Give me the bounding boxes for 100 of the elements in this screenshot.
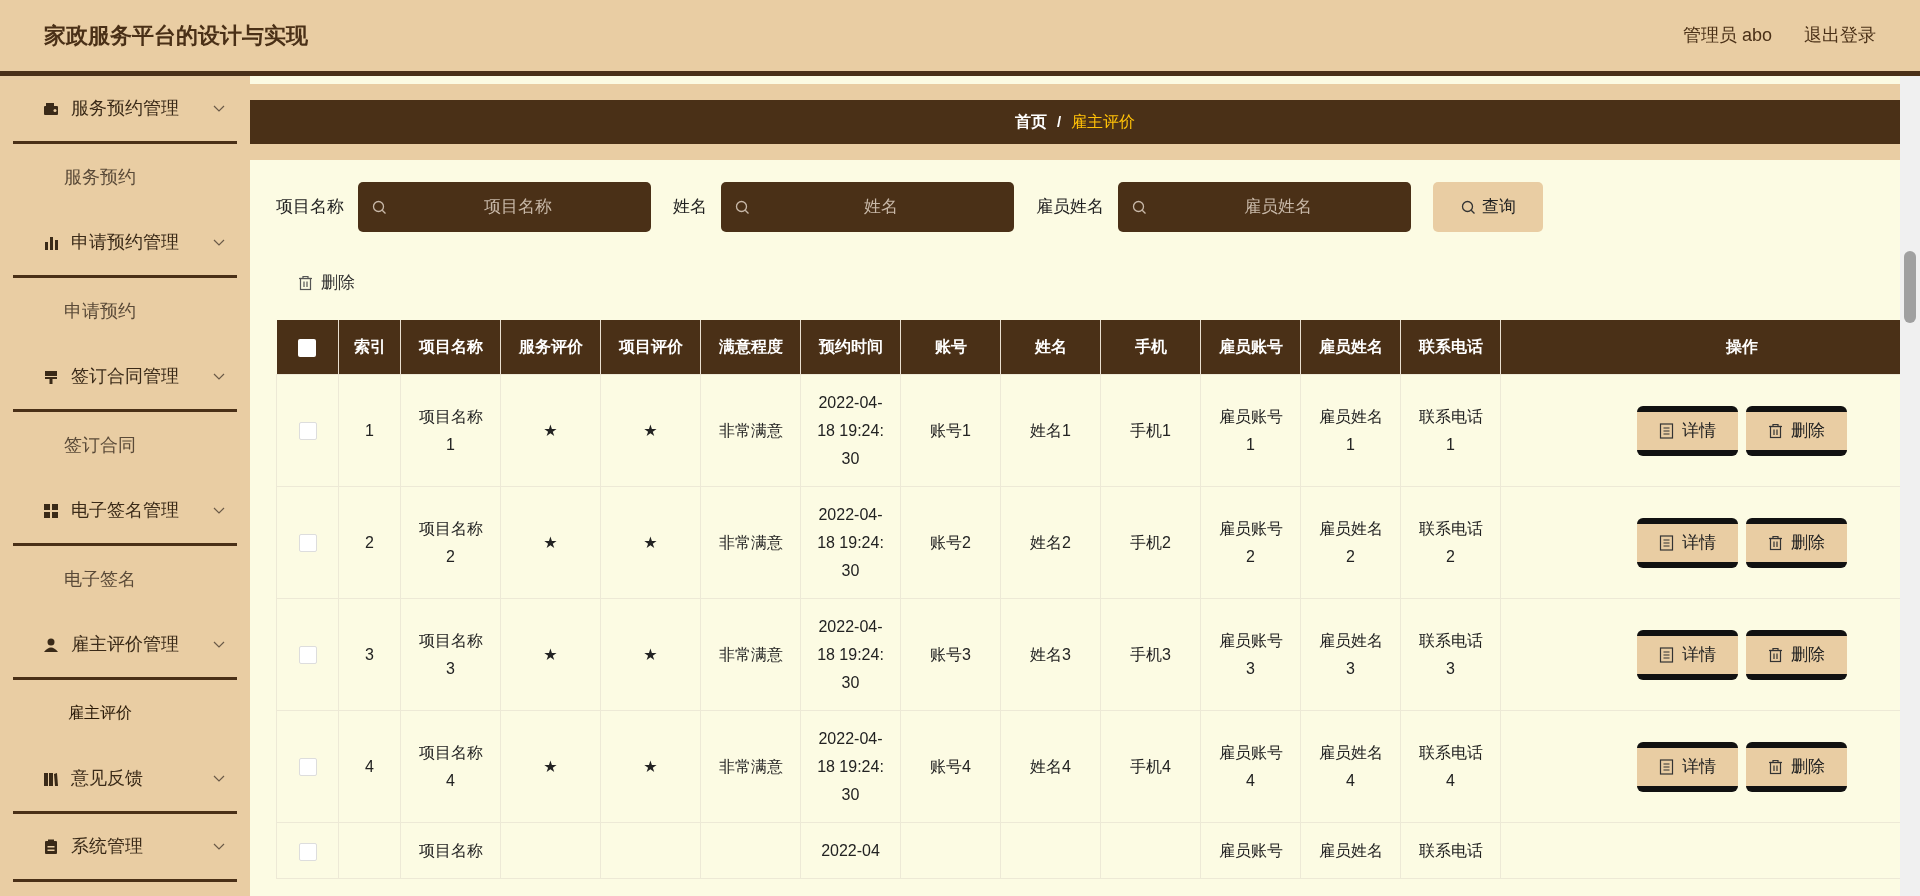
menu-label: 申请预约管理 — [71, 231, 180, 254]
table-cell: 1 — [338, 374, 401, 487]
column-header: 操作 — [1500, 319, 1900, 375]
details-button[interactable]: 详情 — [1636, 405, 1738, 456]
sidebar-menu-item[interactable]: 意见反馈 — [13, 746, 237, 814]
column-header: 项目名称 — [400, 319, 501, 375]
breadcrumb-link[interactable]: 首页 — [1014, 110, 1047, 134]
scrollbar-thumb[interactable] — [1904, 251, 1916, 323]
row-checkbox[interactable] — [298, 646, 317, 665]
table-cell: 账号2 — [900, 486, 1001, 599]
rating-cell: ★ — [600, 486, 701, 599]
clipboard-icon — [43, 838, 59, 855]
sidebar-menu-item[interactable]: 服务预约管理 — [13, 76, 237, 144]
column-header: 预约时间 — [800, 319, 901, 375]
field-label: 雇员姓名 — [1036, 196, 1104, 219]
table-cell: 姓名4 — [1000, 710, 1101, 823]
table-cell: 联系电话1 — [1400, 374, 1501, 487]
bar-chart-icon — [43, 234, 59, 251]
search-field[interactable]: 雇员姓名 — [1118, 182, 1411, 232]
delete-button[interactable]: 删除 — [298, 270, 355, 296]
table-cell: 非常满意 — [700, 710, 801, 823]
sidebar-subitem[interactable]: 电子签名 — [0, 546, 250, 612]
chevron-icon — [213, 640, 225, 649]
chevron-icon — [213, 104, 225, 113]
wallet-icon — [43, 100, 59, 117]
field-label: 项目名称 — [276, 196, 344, 219]
column-header: 索引 — [338, 319, 401, 375]
details-button[interactable]: 详情 — [1636, 741, 1738, 792]
table-cell: 雇员账号 — [1200, 822, 1301, 879]
field-label: 姓名 — [673, 196, 707, 219]
search-icon — [1460, 199, 1476, 215]
table-cell: 手机3 — [1100, 598, 1201, 711]
document-icon — [1658, 758, 1674, 775]
app-title: 家政服务平台的设计与实现 — [44, 22, 308, 50]
table-cell: 联系电话3 — [1400, 598, 1501, 711]
scrollbar[interactable] — [1900, 76, 1920, 896]
delete-button[interactable]: 删除 — [1745, 405, 1847, 456]
table-cell: 账号1 — [900, 374, 1001, 487]
table-cell: 联系电话 — [1400, 822, 1501, 879]
rating-cell: ★ — [500, 374, 601, 487]
sidebar-menu-item[interactable]: 雇主评价管理 — [13, 612, 237, 680]
trash-icon — [298, 274, 313, 291]
chevron-icon — [213, 372, 225, 381]
row-checkbox[interactable] — [298, 422, 317, 441]
table-cell: 非常满意 — [700, 374, 801, 487]
chevron-icon — [213, 238, 225, 247]
table-cell: 联系电话2 — [1400, 486, 1501, 599]
delete-button[interactable]: 删除 — [1745, 741, 1847, 792]
trash-icon — [1767, 534, 1783, 551]
trash-icon — [1767, 422, 1783, 439]
menu-label: 签订合同管理 — [71, 365, 180, 388]
select-all-checkbox[interactable] — [298, 338, 317, 357]
table-cell: 手机2 — [1100, 486, 1201, 599]
table-cell: 雇员姓名 — [1300, 822, 1401, 879]
table-cell: 4 — [338, 710, 401, 823]
row-checkbox[interactable] — [298, 758, 317, 777]
sidebar-menu-item[interactable]: 系统管理 — [13, 814, 237, 882]
details-button[interactable]: 详情 — [1636, 517, 1738, 568]
delete-button[interactable]: 删除 — [1745, 517, 1847, 568]
column-header: 雇员姓名 — [1300, 319, 1401, 375]
sidebar-subitem[interactable]: 服务预约 — [0, 144, 250, 210]
sidebar-subitem[interactable]: 签订合同 — [0, 412, 250, 478]
search-field[interactable]: 姓名 — [721, 182, 1014, 232]
delete-button[interactable]: 删除 — [1745, 629, 1847, 680]
sidebar-menu-item[interactable]: 签订合同管理 — [13, 344, 237, 412]
stamp-icon — [43, 368, 59, 385]
sidebar-subitem[interactable]: 雇主评价 — [0, 680, 250, 746]
rating-cell: ★ — [600, 710, 701, 823]
rating-cell: ★ — [500, 598, 601, 711]
breadcrumb-current: 雇主评价 — [1071, 112, 1136, 132]
table-cell: 手机1 — [1100, 374, 1201, 487]
table-cell: 2 — [338, 486, 401, 599]
table-cell: 姓名3 — [1000, 598, 1101, 711]
details-button[interactable]: 详情 — [1636, 629, 1738, 680]
search-icon — [735, 200, 750, 215]
document-icon — [1658, 646, 1674, 663]
menu-label: 服务预约管理 — [71, 97, 180, 120]
table-cell: 2022-04 — [800, 822, 901, 879]
sidebar-menu-item[interactable]: 电子签名管理 — [13, 478, 237, 546]
menu-label: 电子签名管理 — [71, 499, 180, 522]
row-checkbox[interactable] — [298, 842, 317, 861]
trash-icon — [1767, 646, 1783, 663]
document-icon — [1658, 534, 1674, 551]
table-cell: 非常满意 — [700, 598, 801, 711]
table-cell: 雇员账号2 — [1200, 486, 1301, 599]
rating-cell: ★ — [500, 710, 601, 823]
sidebar-subitem[interactable]: 申请预约 — [0, 278, 250, 344]
table-cell: 账号3 — [900, 598, 1001, 711]
row-checkbox[interactable] — [298, 534, 317, 553]
table-cell: 2022-04-18 19:24:30 — [800, 598, 901, 711]
sidebar-menu-item[interactable]: 申请预约管理 — [13, 210, 237, 278]
column-header: 项目评价 — [600, 319, 701, 375]
rating-cell: ★ — [500, 486, 601, 599]
user-name: 管理员 abo — [1682, 24, 1772, 47]
document-icon — [1658, 422, 1674, 439]
search-button[interactable]: 查询 — [1433, 182, 1543, 232]
logout-link[interactable]: 退出登录 — [1804, 22, 1876, 49]
table-cell: 联系电话4 — [1400, 710, 1501, 823]
breadcrumb-separator: / — [1056, 111, 1062, 132]
search-field[interactable]: 项目名称 — [358, 182, 651, 232]
